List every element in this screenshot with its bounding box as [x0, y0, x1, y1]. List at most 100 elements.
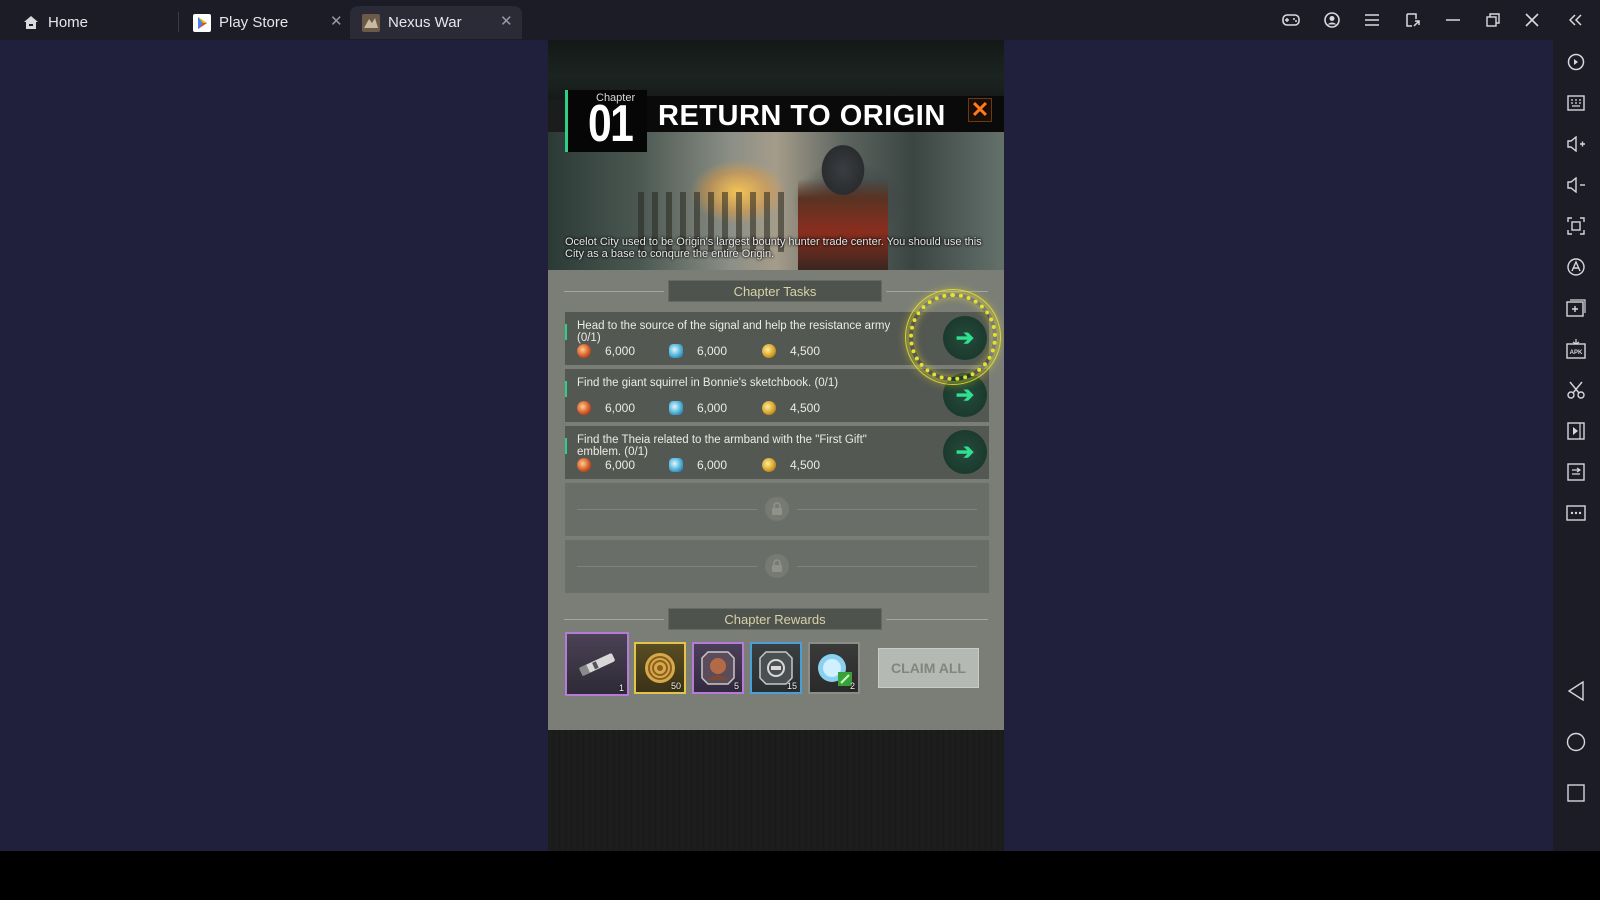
- scissors-icon[interactable]: [1565, 379, 1587, 401]
- tab-nexus-war[interactable]: Nexus War: [350, 6, 522, 39]
- reward-count: 2: [849, 681, 855, 691]
- water-icon: [669, 344, 683, 358]
- recents-icon[interactable]: [1565, 782, 1587, 804]
- add-instance-icon[interactable]: [1565, 297, 1587, 319]
- macro-icon[interactable]: [1565, 256, 1587, 278]
- game-screen: Ocelot City used to be Origin's largest …: [548, 40, 1004, 851]
- more-icon[interactable]: [1565, 502, 1587, 524]
- task-row: Head to the source of the signal and hel…: [565, 312, 989, 365]
- reward-item-badge-token[interactable]: 15: [750, 642, 802, 694]
- reward-amount: 4,500: [790, 458, 821, 472]
- close-tab-nexus-war-icon[interactable]: ✕: [500, 12, 513, 30]
- reward-item-speed-up-orb[interactable]: 2: [808, 642, 860, 694]
- screenshot-icon[interactable]: [1565, 215, 1587, 237]
- divider-line: [564, 619, 664, 620]
- reward-gold: 4,500: [762, 344, 820, 358]
- home-nav-icon[interactable]: [1565, 731, 1587, 753]
- play-store-icon: [193, 13, 211, 32]
- screen-rotate-icon[interactable]: [1403, 10, 1423, 30]
- reward-food: 6,000: [577, 458, 635, 472]
- collapse-sidebar-icon[interactable]: [1566, 10, 1586, 30]
- locked-task-slot: [565, 483, 989, 536]
- title-bar: Home Play Store ✕ Nexus War ✕: [0, 0, 1600, 40]
- go-to-task-button[interactable]: ➔: [943, 430, 987, 474]
- tab-play-store[interactable]: Play Store: [193, 6, 288, 39]
- close-icon: ✕: [970, 97, 990, 122]
- volume-up-icon[interactable]: [1565, 133, 1587, 155]
- locked-task-slot: [565, 540, 989, 593]
- chapter-title: RETURN TO ORIGIN: [658, 100, 946, 132]
- tab-divider: [178, 12, 179, 32]
- reward-amount: 4,500: [790, 401, 821, 415]
- reward-amount: 6,000: [697, 344, 728, 358]
- chapter-rewards-header: Chapter Rewards: [564, 608, 988, 630]
- file-manager-icon[interactable]: [1565, 461, 1587, 483]
- divider-line: [797, 566, 977, 567]
- divider-line: [797, 509, 977, 510]
- task-accent: [565, 438, 567, 454]
- apk-install-icon[interactable]: APK: [1565, 338, 1587, 360]
- account-icon[interactable]: [1322, 10, 1342, 30]
- go-to-task-button[interactable]: ➔: [943, 316, 987, 360]
- back-icon[interactable]: [1565, 680, 1587, 702]
- reward-amount: 6,000: [605, 344, 636, 358]
- reward-gold: 4,500: [762, 458, 820, 472]
- arrow-right-icon: ➔: [955, 382, 975, 407]
- reward-count: 50: [670, 681, 681, 691]
- minimize-icon[interactable]: [1443, 10, 1463, 30]
- reward-amount: 6,000: [605, 458, 636, 472]
- claim-all-button[interactable]: CLAIM ALL: [878, 648, 979, 688]
- task-row: Find the Theia related to the armband wi…: [565, 426, 989, 479]
- food-icon: [577, 458, 591, 472]
- gold-coin-icon: [645, 653, 675, 683]
- chapter-number: 01: [588, 95, 634, 153]
- arrow-right-icon: ➔: [955, 439, 975, 464]
- volume-down-icon[interactable]: [1565, 174, 1587, 196]
- go-to-task-button[interactable]: ➔: [943, 373, 987, 417]
- section-title: Chapter Tasks: [668, 280, 882, 302]
- home-icon: [22, 14, 40, 32]
- reward-count: 15: [786, 681, 797, 691]
- tab-label: Play Store: [219, 14, 289, 31]
- reward-amount: 4,500: [790, 344, 821, 358]
- lock-icon: [765, 497, 789, 521]
- gold-icon: [762, 401, 776, 415]
- reward-count: 1: [618, 683, 624, 693]
- water-icon: [669, 401, 683, 415]
- tab-label: Home: [48, 14, 89, 31]
- reward-food: 6,000: [577, 401, 635, 415]
- reward-water: 6,000: [669, 344, 727, 358]
- reward-water: 6,000: [669, 458, 727, 472]
- close-tab-play-store-icon[interactable]: ✕: [330, 12, 343, 30]
- restore-icon[interactable]: [1483, 10, 1503, 30]
- chapter-tasks-header: Chapter Tasks: [564, 280, 988, 302]
- food-icon: [577, 344, 591, 358]
- task-accent: [565, 381, 567, 397]
- chapter-accent-bar: [565, 90, 568, 152]
- gold-icon: [762, 344, 776, 358]
- reward-item-weapon-part[interactable]: 1: [565, 632, 629, 696]
- task-accent: [565, 324, 567, 340]
- reward-item-character-portrait[interactable]: 5: [692, 642, 744, 694]
- section-title: Chapter Rewards: [668, 608, 882, 630]
- screen-record-icon[interactable]: [1565, 420, 1587, 442]
- settings-icon[interactable]: [1565, 51, 1587, 73]
- close-icon[interactable]: [1522, 10, 1542, 30]
- emulator-window: Home Play Store ✕ Nexus War ✕ Ocelot Cit…: [0, 0, 1600, 900]
- weapon-part-icon: [578, 653, 615, 676]
- close-chapter-button[interactable]: ✕: [968, 97, 992, 122]
- gamepad-icon[interactable]: [1281, 10, 1301, 30]
- nexus-war-app-icon: [362, 13, 380, 32]
- reward-amount: 6,000: [605, 401, 636, 415]
- keyboard-icon[interactable]: [1565, 92, 1587, 114]
- divider-line: [886, 291, 988, 292]
- chapter-description: Ocelot City used to be Origin's largest …: [565, 236, 982, 260]
- speed-up-orb-icon: [818, 654, 852, 686]
- menu-icon[interactable]: [1362, 10, 1382, 30]
- reward-item-gold-coin-token[interactable]: 50: [634, 642, 686, 694]
- tab-home[interactable]: Home: [22, 6, 88, 39]
- gold-icon: [762, 458, 776, 472]
- tab-label: Nexus War: [388, 14, 462, 31]
- divider-line: [577, 509, 757, 510]
- task-text: Find the giant squirrel in Bonnie's sket…: [577, 377, 839, 389]
